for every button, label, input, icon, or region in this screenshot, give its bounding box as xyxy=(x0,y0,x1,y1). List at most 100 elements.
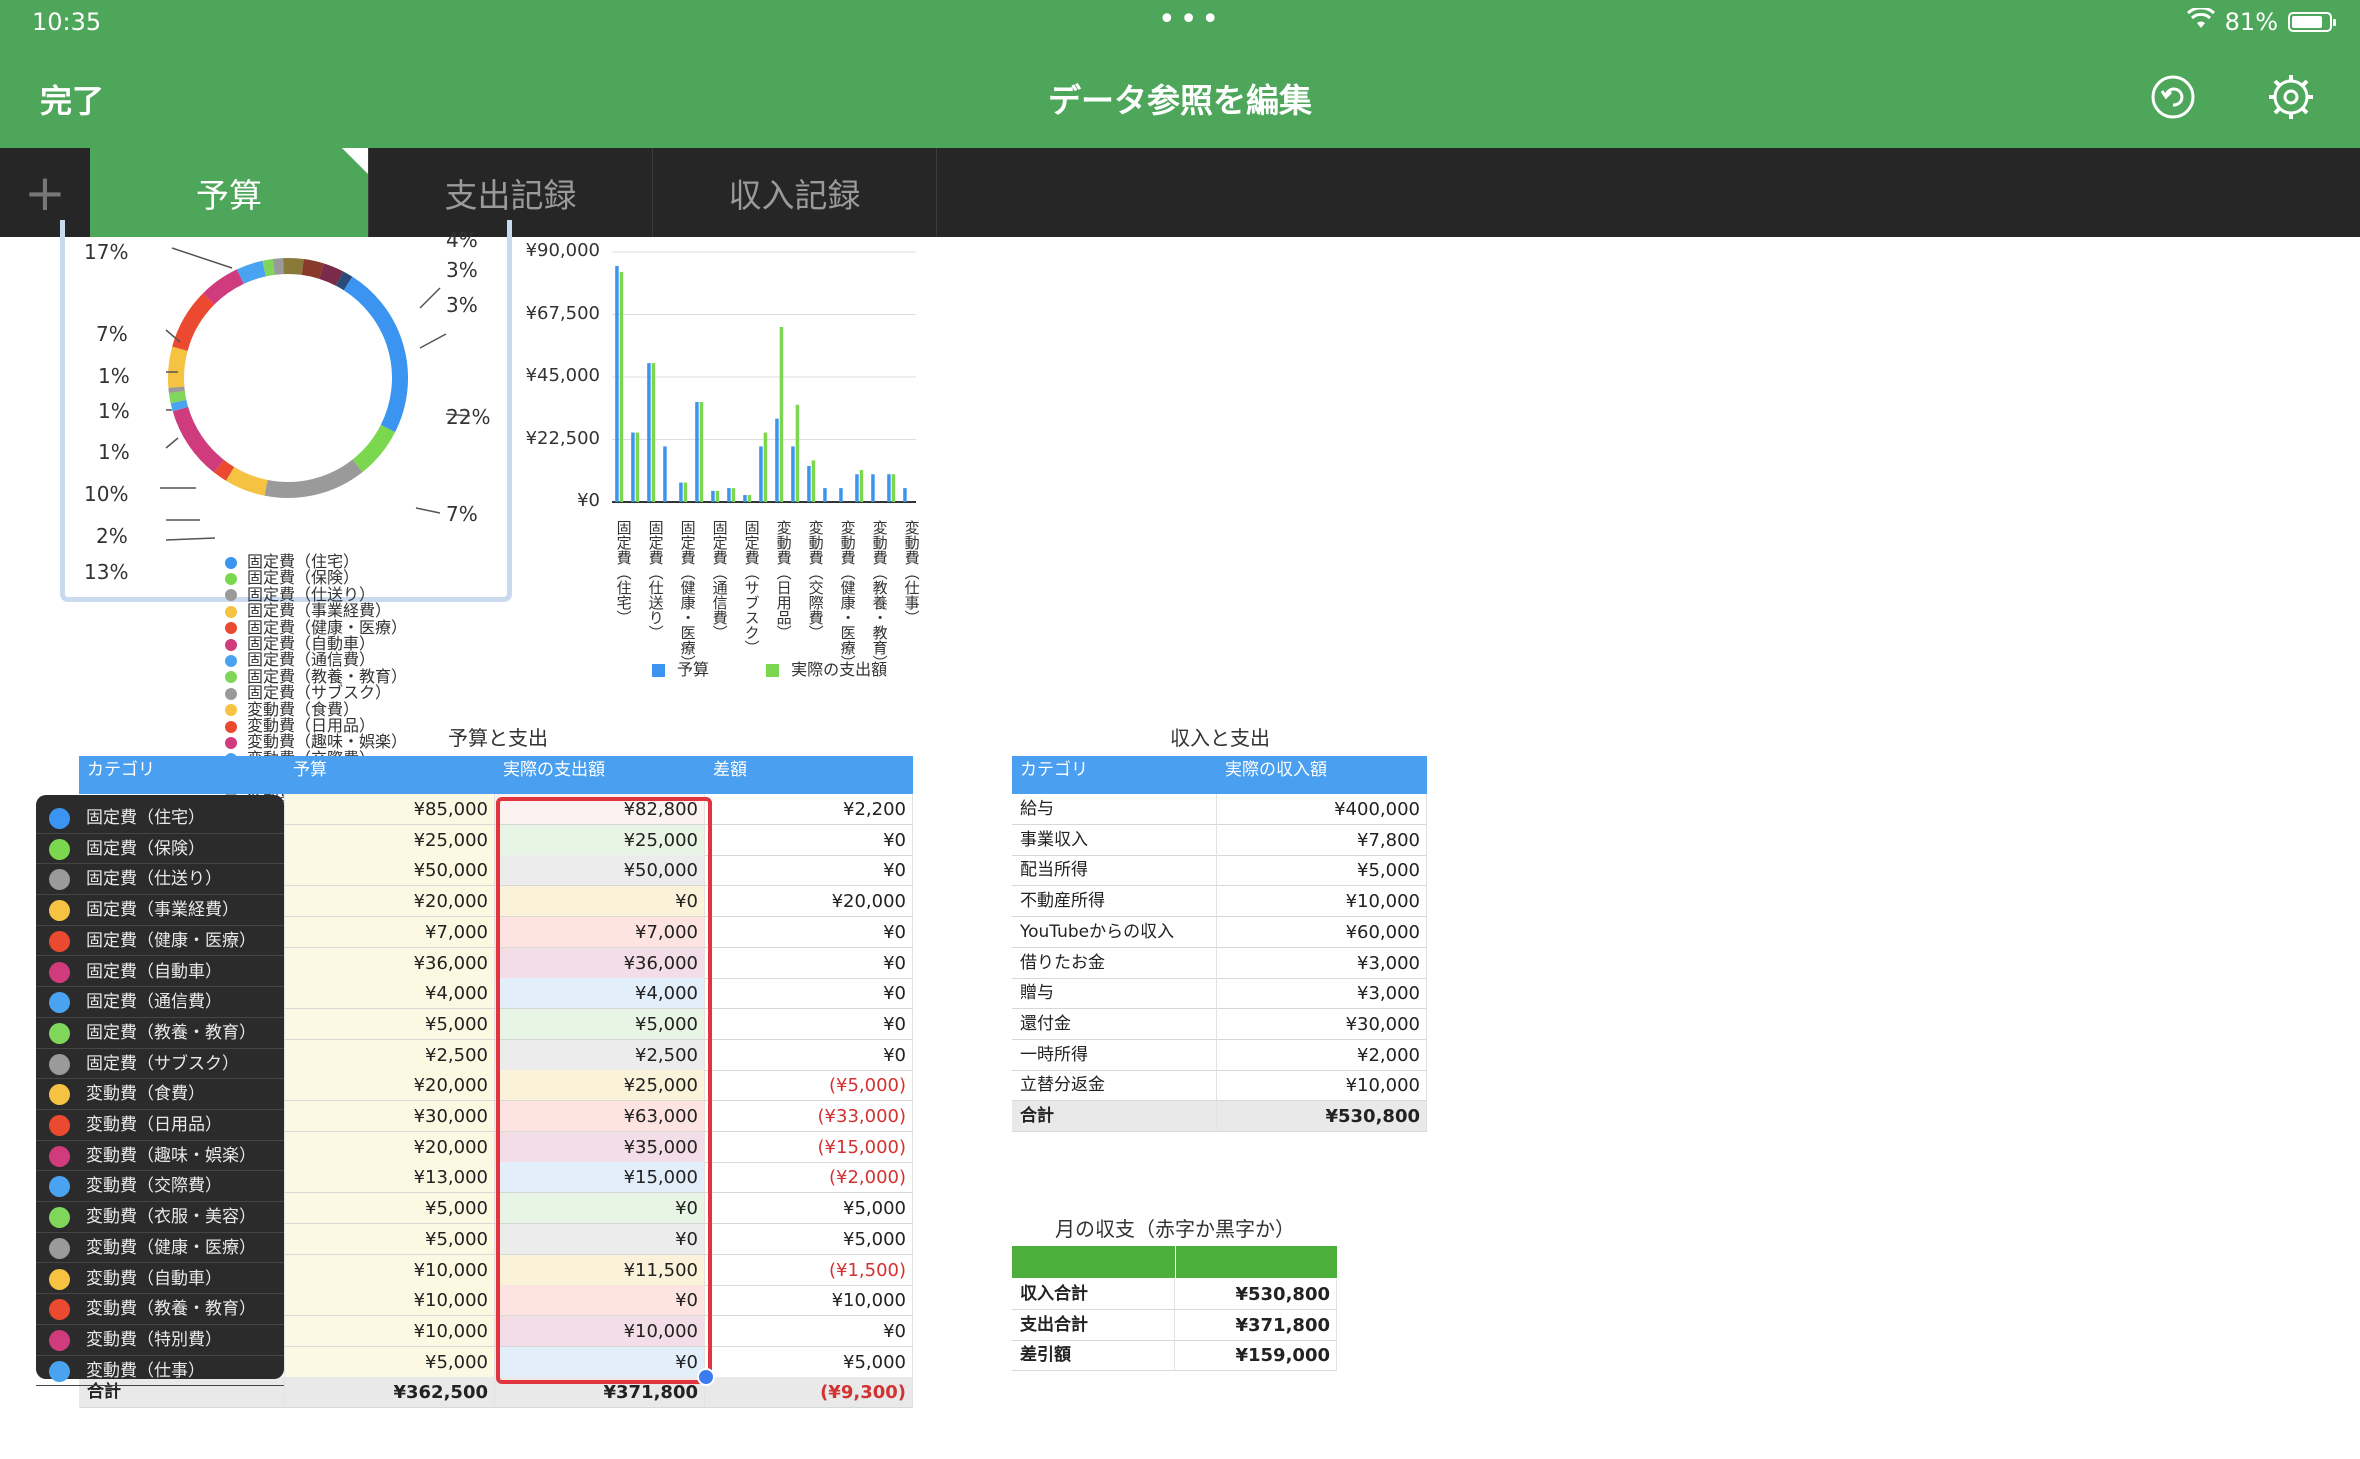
donut-slice[interactable] xyxy=(172,406,225,473)
bar[interactable] xyxy=(859,470,864,502)
bar[interactable] xyxy=(619,272,624,502)
table-cell[interactable]: ¥7,000 xyxy=(285,916,495,948)
table-cell[interactable]: ¥0 xyxy=(705,1008,913,1040)
bar[interactable] xyxy=(715,490,720,502)
table-cell[interactable]: ¥3,000 xyxy=(1217,978,1427,1010)
table-cell[interactable]: ¥159,000 xyxy=(1175,1340,1337,1372)
selection-handle[interactable] xyxy=(697,1368,715,1386)
tab-income-record[interactable]: 収入記録 xyxy=(653,148,937,237)
table-total-cell[interactable]: ¥371,800 xyxy=(495,1377,705,1409)
table-cell[interactable]: ¥11,500 xyxy=(495,1254,705,1286)
table-cell[interactable]: ¥20,000 xyxy=(285,886,495,918)
color-panel-item[interactable]: 変動費（教養・教育） xyxy=(36,1294,284,1325)
table-cell[interactable]: ¥85,000 xyxy=(285,794,495,825)
color-panel-item[interactable]: 変動費（仕事） xyxy=(36,1356,284,1387)
table-cell[interactable]: ¥20,000 xyxy=(285,1131,495,1163)
table-cell[interactable]: 還付金 xyxy=(1012,1008,1217,1040)
table-cell[interactable]: ¥13,000 xyxy=(285,1162,495,1194)
color-swatch[interactable] xyxy=(49,1053,70,1075)
bar[interactable] xyxy=(683,482,688,502)
color-panel-item[interactable]: 変動費（交際費） xyxy=(36,1171,284,1203)
table-cell[interactable]: ¥0 xyxy=(705,916,913,948)
table-cell[interactable]: ¥10,000 xyxy=(285,1254,495,1286)
table-cell[interactable]: 一時所得 xyxy=(1012,1039,1217,1071)
table-cell[interactable]: ¥4,000 xyxy=(495,978,705,1010)
table-cell[interactable]: ¥10,000 xyxy=(1217,886,1427,918)
donut-slice[interactable] xyxy=(236,260,267,284)
table-cell[interactable]: (¥2,000) xyxy=(705,1162,913,1194)
table-cell[interactable]: ¥36,000 xyxy=(495,947,705,979)
table-cell[interactable]: ¥400,000 xyxy=(1217,794,1427,825)
table-cell[interactable]: ¥50,000 xyxy=(285,855,495,887)
table-cell[interactable]: ¥50,000 xyxy=(495,855,705,887)
table-cell[interactable]: ¥371,800 xyxy=(1175,1309,1337,1341)
color-panel-item[interactable]: 変動費（趣味・娯楽） xyxy=(36,1141,284,1172)
table-cell[interactable]: ¥5,000 xyxy=(285,1008,495,1040)
bar[interactable] xyxy=(731,488,736,502)
color-swatch[interactable] xyxy=(49,1299,70,1321)
bar[interactable] xyxy=(775,418,779,502)
color-swatch[interactable] xyxy=(49,1145,70,1167)
undo-icon[interactable] xyxy=(2150,74,2196,124)
donut-slice[interactable] xyxy=(264,459,363,498)
table-cell[interactable]: ¥2,500 xyxy=(285,1039,495,1071)
donut-slice[interactable] xyxy=(301,259,325,279)
bar[interactable] xyxy=(663,446,667,502)
bar[interactable] xyxy=(779,327,784,502)
bar[interactable] xyxy=(903,488,907,502)
table-cell[interactable]: ¥7,000 xyxy=(495,916,705,948)
table-cell[interactable]: ¥25,000 xyxy=(495,1070,705,1102)
table-cell[interactable]: (¥5,000) xyxy=(705,1070,913,1102)
table-total-cell[interactable]: (¥9,300) xyxy=(705,1377,913,1409)
table-cell[interactable]: 給与 xyxy=(1012,794,1217,825)
donut-slice[interactable] xyxy=(170,399,189,412)
table-cell[interactable]: ¥20,000 xyxy=(285,1070,495,1102)
table-cell[interactable]: ¥25,000 xyxy=(285,824,495,856)
table-cell[interactable]: ¥10,000 xyxy=(705,1285,913,1317)
color-panel-item[interactable]: 変動費（自動車） xyxy=(36,1264,284,1295)
table-cell[interactable]: 贈与 xyxy=(1012,978,1217,1010)
bar[interactable] xyxy=(743,495,747,502)
bar[interactable] xyxy=(647,363,651,502)
table-cell[interactable]: YouTubeからの収入 xyxy=(1012,916,1217,948)
color-swatch[interactable] xyxy=(49,1237,70,1259)
bar[interactable] xyxy=(807,465,811,502)
table-cell[interactable]: ¥5,000 xyxy=(495,1008,705,1040)
table-cell[interactable]: ¥2,000 xyxy=(1217,1039,1427,1071)
table-total-cell[interactable]: ¥362,500 xyxy=(285,1377,495,1409)
table-cell[interactable]: 支出合計 xyxy=(1012,1309,1175,1341)
gear-icon[interactable] xyxy=(2266,72,2316,126)
donut-slice[interactable] xyxy=(343,276,408,433)
table-cell[interactable]: ¥0 xyxy=(495,1285,705,1317)
color-panel-item[interactable]: 固定費（サブスク） xyxy=(36,1049,284,1080)
donut-slice[interactable] xyxy=(168,346,188,388)
table-cell[interactable]: ¥10,000 xyxy=(1217,1070,1427,1102)
table-cell[interactable]: ¥7,800 xyxy=(1217,824,1427,856)
multitasking-dots-icon[interactable]: ••• xyxy=(1158,2,1223,37)
color-panel-item[interactable]: 固定費（保険） xyxy=(36,834,284,865)
table-cell[interactable]: 不動産所得 xyxy=(1012,886,1217,918)
table-total-cell[interactable]: 合計 xyxy=(1012,1101,1217,1132)
table-cell[interactable]: ¥5,000 xyxy=(705,1193,913,1225)
table-cell[interactable]: (¥15,000) xyxy=(705,1131,913,1163)
bar[interactable] xyxy=(763,432,768,502)
table-cell[interactable]: ¥82,800 xyxy=(495,794,705,825)
table-cell[interactable]: ¥30,000 xyxy=(1217,1008,1427,1040)
color-panel-item[interactable]: 固定費（事業経費） xyxy=(36,895,284,926)
color-swatch[interactable] xyxy=(49,869,70,891)
table-cell[interactable]: ¥5,000 xyxy=(705,1346,913,1378)
table-cell[interactable]: ¥0 xyxy=(495,1193,705,1225)
table-cell[interactable]: ¥0 xyxy=(495,886,705,918)
donut-slice[interactable] xyxy=(319,263,344,286)
donut-slice[interactable] xyxy=(352,424,396,473)
color-swatch[interactable] xyxy=(49,838,70,860)
color-panel-item[interactable]: 変動費（健康・医療） xyxy=(36,1233,284,1264)
color-swatch[interactable] xyxy=(49,1207,70,1229)
table-cell[interactable]: 配当所得 xyxy=(1012,855,1217,887)
table-cell[interactable]: ¥5,000 xyxy=(285,1193,495,1225)
bar[interactable] xyxy=(679,482,683,502)
table-cell[interactable]: ¥0 xyxy=(705,855,913,887)
color-panel-item[interactable]: 変動費（日用品） xyxy=(36,1110,284,1141)
bar[interactable] xyxy=(711,490,715,502)
table-cell[interactable]: 事業収入 xyxy=(1012,824,1217,856)
